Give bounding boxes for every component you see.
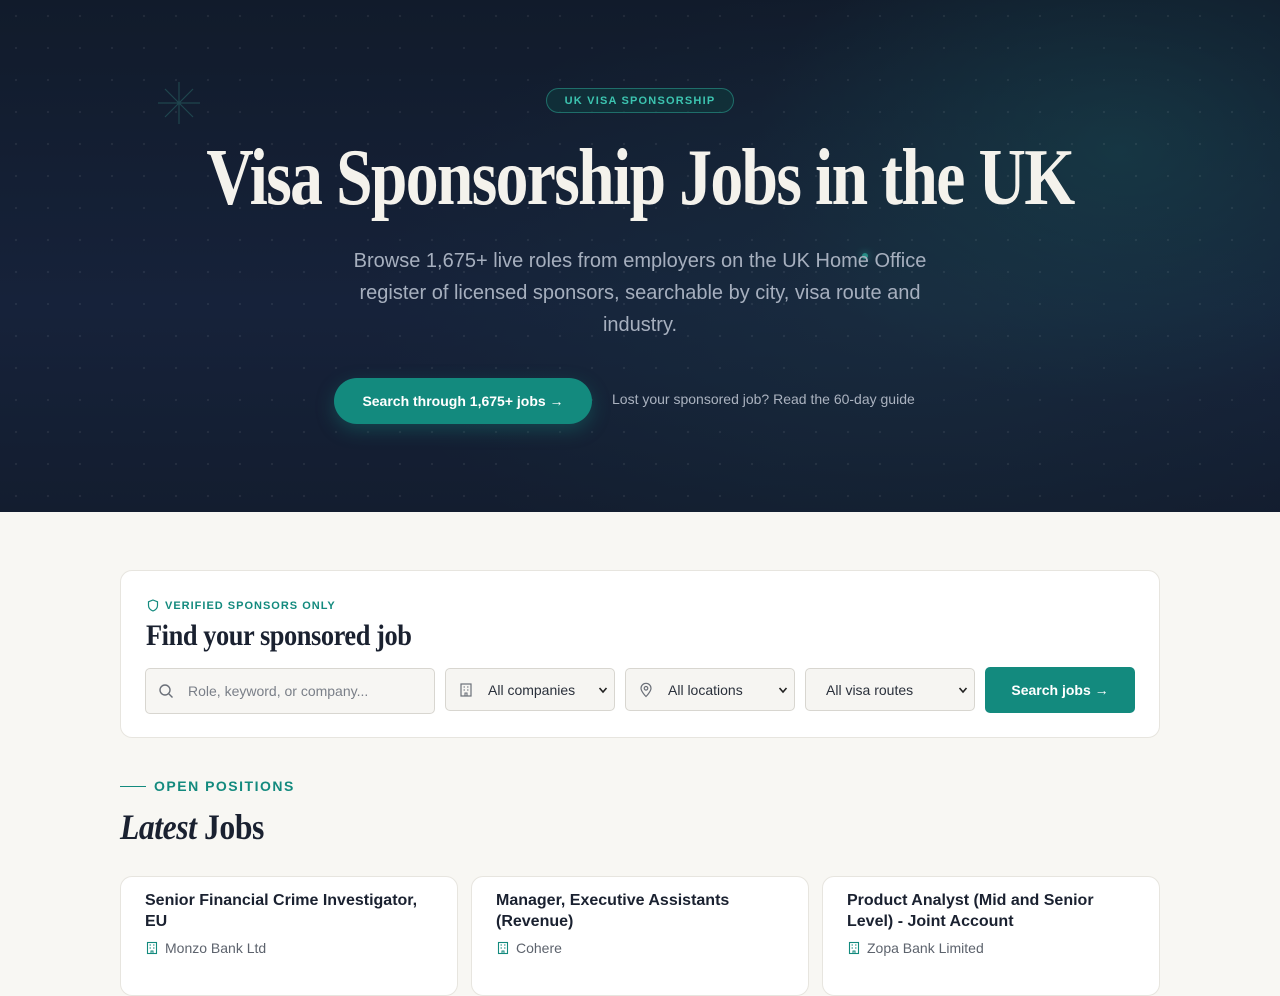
company-select-value: All companies <box>488 681 576 698</box>
building-icon <box>146 941 158 955</box>
search-title: Find your sponsored job <box>146 619 412 652</box>
company-name: Cohere <box>516 940 562 956</box>
hero-badge: UK VISA SPONSORSHIP <box>546 88 734 113</box>
search-jobs-button[interactable]: Search jobs → <box>985 667 1135 713</box>
sixty-day-guide-link[interactable]: Lost your sponsored job? Read the 60-day… <box>612 391 915 407</box>
building-icon <box>497 941 509 955</box>
job-search-card: VERIFIED SPONSORS ONLY Find your sponsor… <box>120 570 1160 738</box>
hero-section: UK VISA SPONSORSHIP Visa Sponsorship Job… <box>0 0 1280 512</box>
chevron-down-icon <box>778 686 788 693</box>
job-title: Manager, Executive Assistants (Revenue) <box>496 892 730 930</box>
map-pin-icon <box>640 682 652 697</box>
visa-route-select[interactable]: All visa routes <box>805 668 975 711</box>
company-select[interactable]: All companies <box>445 668 615 711</box>
job-card[interactable]: Product Analyst (Mid and Senior Level) -… <box>822 876 1160 996</box>
hero-title: Visa Sponsorship Jobs in the UK <box>206 134 1075 222</box>
location-select[interactable]: All locations <box>625 668 795 711</box>
verified-sponsors-label: VERIFIED SPONSORS ONLY <box>147 599 336 612</box>
job-company: Monzo Bank Ltd <box>145 940 266 956</box>
search-jobs-cta-button[interactable]: Search through 1,675+ jobs → <box>334 378 592 424</box>
job-company: Zopa Bank Limited <box>847 940 984 956</box>
eyebrow-divider <box>120 785 146 787</box>
building-icon <box>848 941 860 955</box>
chevron-down-icon <box>958 686 968 693</box>
building-icon <box>460 682 472 697</box>
keyword-search-input[interactable]: Role, keyword, or company... <box>145 668 435 714</box>
company-name: Monzo Bank Ltd <box>165 940 267 956</box>
shield-icon <box>147 599 159 612</box>
job-card[interactable]: Manager, Executive Assistants (Revenue) … <box>471 876 809 996</box>
hero-subtitle: Browse 1,675+ live roles from employers … <box>353 250 927 336</box>
latest-jobs-title: Latest Jobs <box>120 806 264 848</box>
keyword-placeholder: Role, keyword, or company... <box>188 683 369 699</box>
latest-jobs-title-italic: Latest <box>120 807 197 847</box>
job-title: Product Analyst (Mid and Senior Level) -… <box>847 892 1094 930</box>
company-name: Zopa Bank Limited <box>867 940 984 956</box>
job-company: Cohere <box>496 940 562 956</box>
sparkle-icon <box>158 82 200 124</box>
location-select-value: All locations <box>668 681 743 698</box>
open-positions-label: OPEN POSITIONS <box>154 778 295 794</box>
latest-jobs-title-rest: Jobs <box>196 807 264 847</box>
search-icon <box>159 684 173 698</box>
job-title: Senior Financial Crime Investigator, EU <box>145 892 418 930</box>
job-card[interactable]: Senior Financial Crime Investigator, EU … <box>120 876 458 996</box>
open-positions-eyebrow: OPEN POSITIONS <box>120 778 295 794</box>
visa-route-select-value: All visa routes <box>826 681 914 698</box>
verified-sponsors-text: VERIFIED SPONSORS ONLY <box>165 599 336 612</box>
chevron-down-icon <box>598 686 608 693</box>
